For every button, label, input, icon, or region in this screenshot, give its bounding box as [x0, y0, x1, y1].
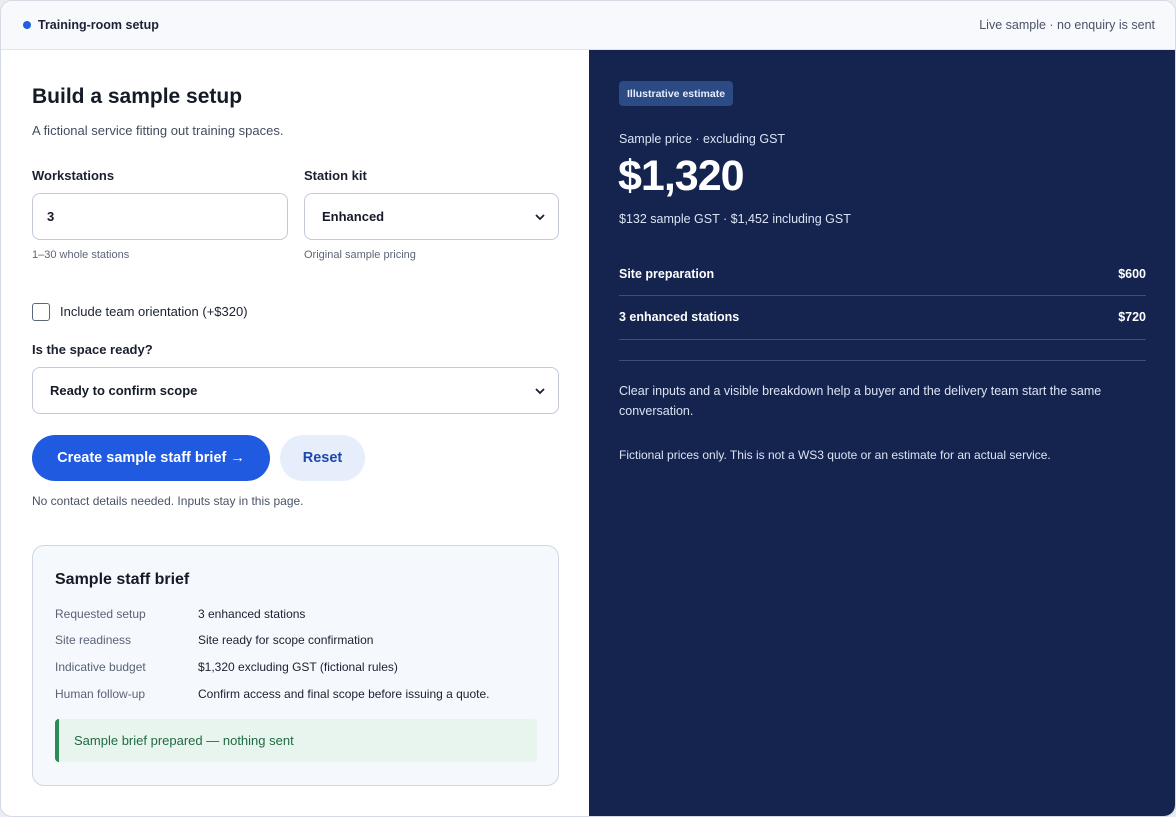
estimate-panel: Illustrative estimate Sample price · exc…: [589, 50, 1175, 816]
live-sample-note: Live sample · no enquiry is sent: [979, 18, 1155, 32]
line-item: Site preparation $600: [619, 267, 1146, 281]
privacy-note: No contact details needed. Inputs stay i…: [32, 494, 304, 508]
create-brief-button[interactable]: Create sample staff brief →: [32, 435, 270, 481]
orientation-checkbox[interactable]: [32, 303, 50, 321]
brief-key: Requested setup: [55, 607, 146, 621]
brief-key: Site readiness: [55, 633, 132, 647]
app-window: Training-room setup Live sample · no enq…: [0, 0, 1176, 817]
workstations-input[interactable]: 3: [32, 193, 288, 240]
brief-title: Sample staff brief: [55, 571, 190, 588]
station-kit-value: Enhanced: [322, 209, 385, 224]
estimate-disclaimer: Fictional prices only. This is not a WS3…: [619, 448, 1051, 462]
brief-value: Confirm access and final scope before is…: [198, 687, 490, 701]
line-item: 3 enhanced stations $720: [619, 310, 1146, 324]
chevron-down-icon: [535, 213, 545, 220]
estimate-badge: Illustrative estimate: [619, 81, 734, 106]
divider: [619, 360, 1146, 361]
estimate-explanation: Clear inputs and a visible breakdown hel…: [619, 384, 1102, 418]
workstations-label: Workstations: [32, 168, 115, 183]
station-kit-select[interactable]: Enhanced: [304, 193, 559, 240]
brief-row: Human follow-up Confirm access and final…: [55, 687, 490, 701]
page-subtitle: A fictional service fitting out training…: [32, 123, 284, 138]
brief-value: Site ready for scope confirmation: [198, 633, 374, 647]
brief-row: Indicative budget $1,320 excluding GST (…: [55, 660, 398, 674]
space-ready-value: Ready to confirm scope: [50, 383, 198, 398]
space-ready-select[interactable]: Ready to confirm scope: [32, 367, 559, 414]
orientation-label[interactable]: Include team orientation (+$320): [60, 304, 248, 319]
divider: [619, 339, 1146, 340]
line-item-amount: $720: [1118, 310, 1146, 324]
brief-row: Site readiness Site ready for scope conf…: [55, 633, 373, 647]
station-kit-label: Station kit: [304, 168, 367, 183]
line-item-amount: $600: [1118, 267, 1146, 281]
divider: [619, 295, 1146, 296]
brief-value: 3 enhanced stations: [198, 607, 306, 621]
setup-form-panel: Build a sample setup A fictional service…: [1, 1, 589, 816]
station-kit-hint: Original sample pricing: [304, 249, 416, 261]
brief-key: Indicative budget: [55, 660, 146, 674]
workstations-hint: 1–30 whole stations: [32, 249, 130, 261]
price-gst-breakdown: $132 sample GST · $1,452 including GST: [619, 212, 851, 226]
brief-status-message: Sample brief prepared — nothing sent: [55, 719, 537, 762]
line-item-label: 3 enhanced stations: [619, 310, 740, 324]
workstations-value: 3: [47, 209, 55, 224]
reset-button[interactable]: Reset: [280, 435, 365, 481]
brief-key: Human follow-up: [55, 687, 146, 701]
price-total: $1,320: [618, 152, 745, 200]
chevron-down-icon: [535, 387, 545, 394]
page-title: Build a sample setup: [32, 85, 243, 108]
space-ready-label: Is the space ready?: [32, 342, 153, 357]
brief-value: $1,320 excluding GST (fictional rules): [198, 660, 398, 674]
staff-brief-card: Sample staff brief Requested setup 3 enh…: [32, 545, 559, 786]
brief-row: Requested setup 3 enhanced stations: [55, 607, 305, 621]
line-item-label: Site preparation: [619, 267, 715, 281]
price-label: Sample price · excluding GST: [619, 132, 786, 146]
